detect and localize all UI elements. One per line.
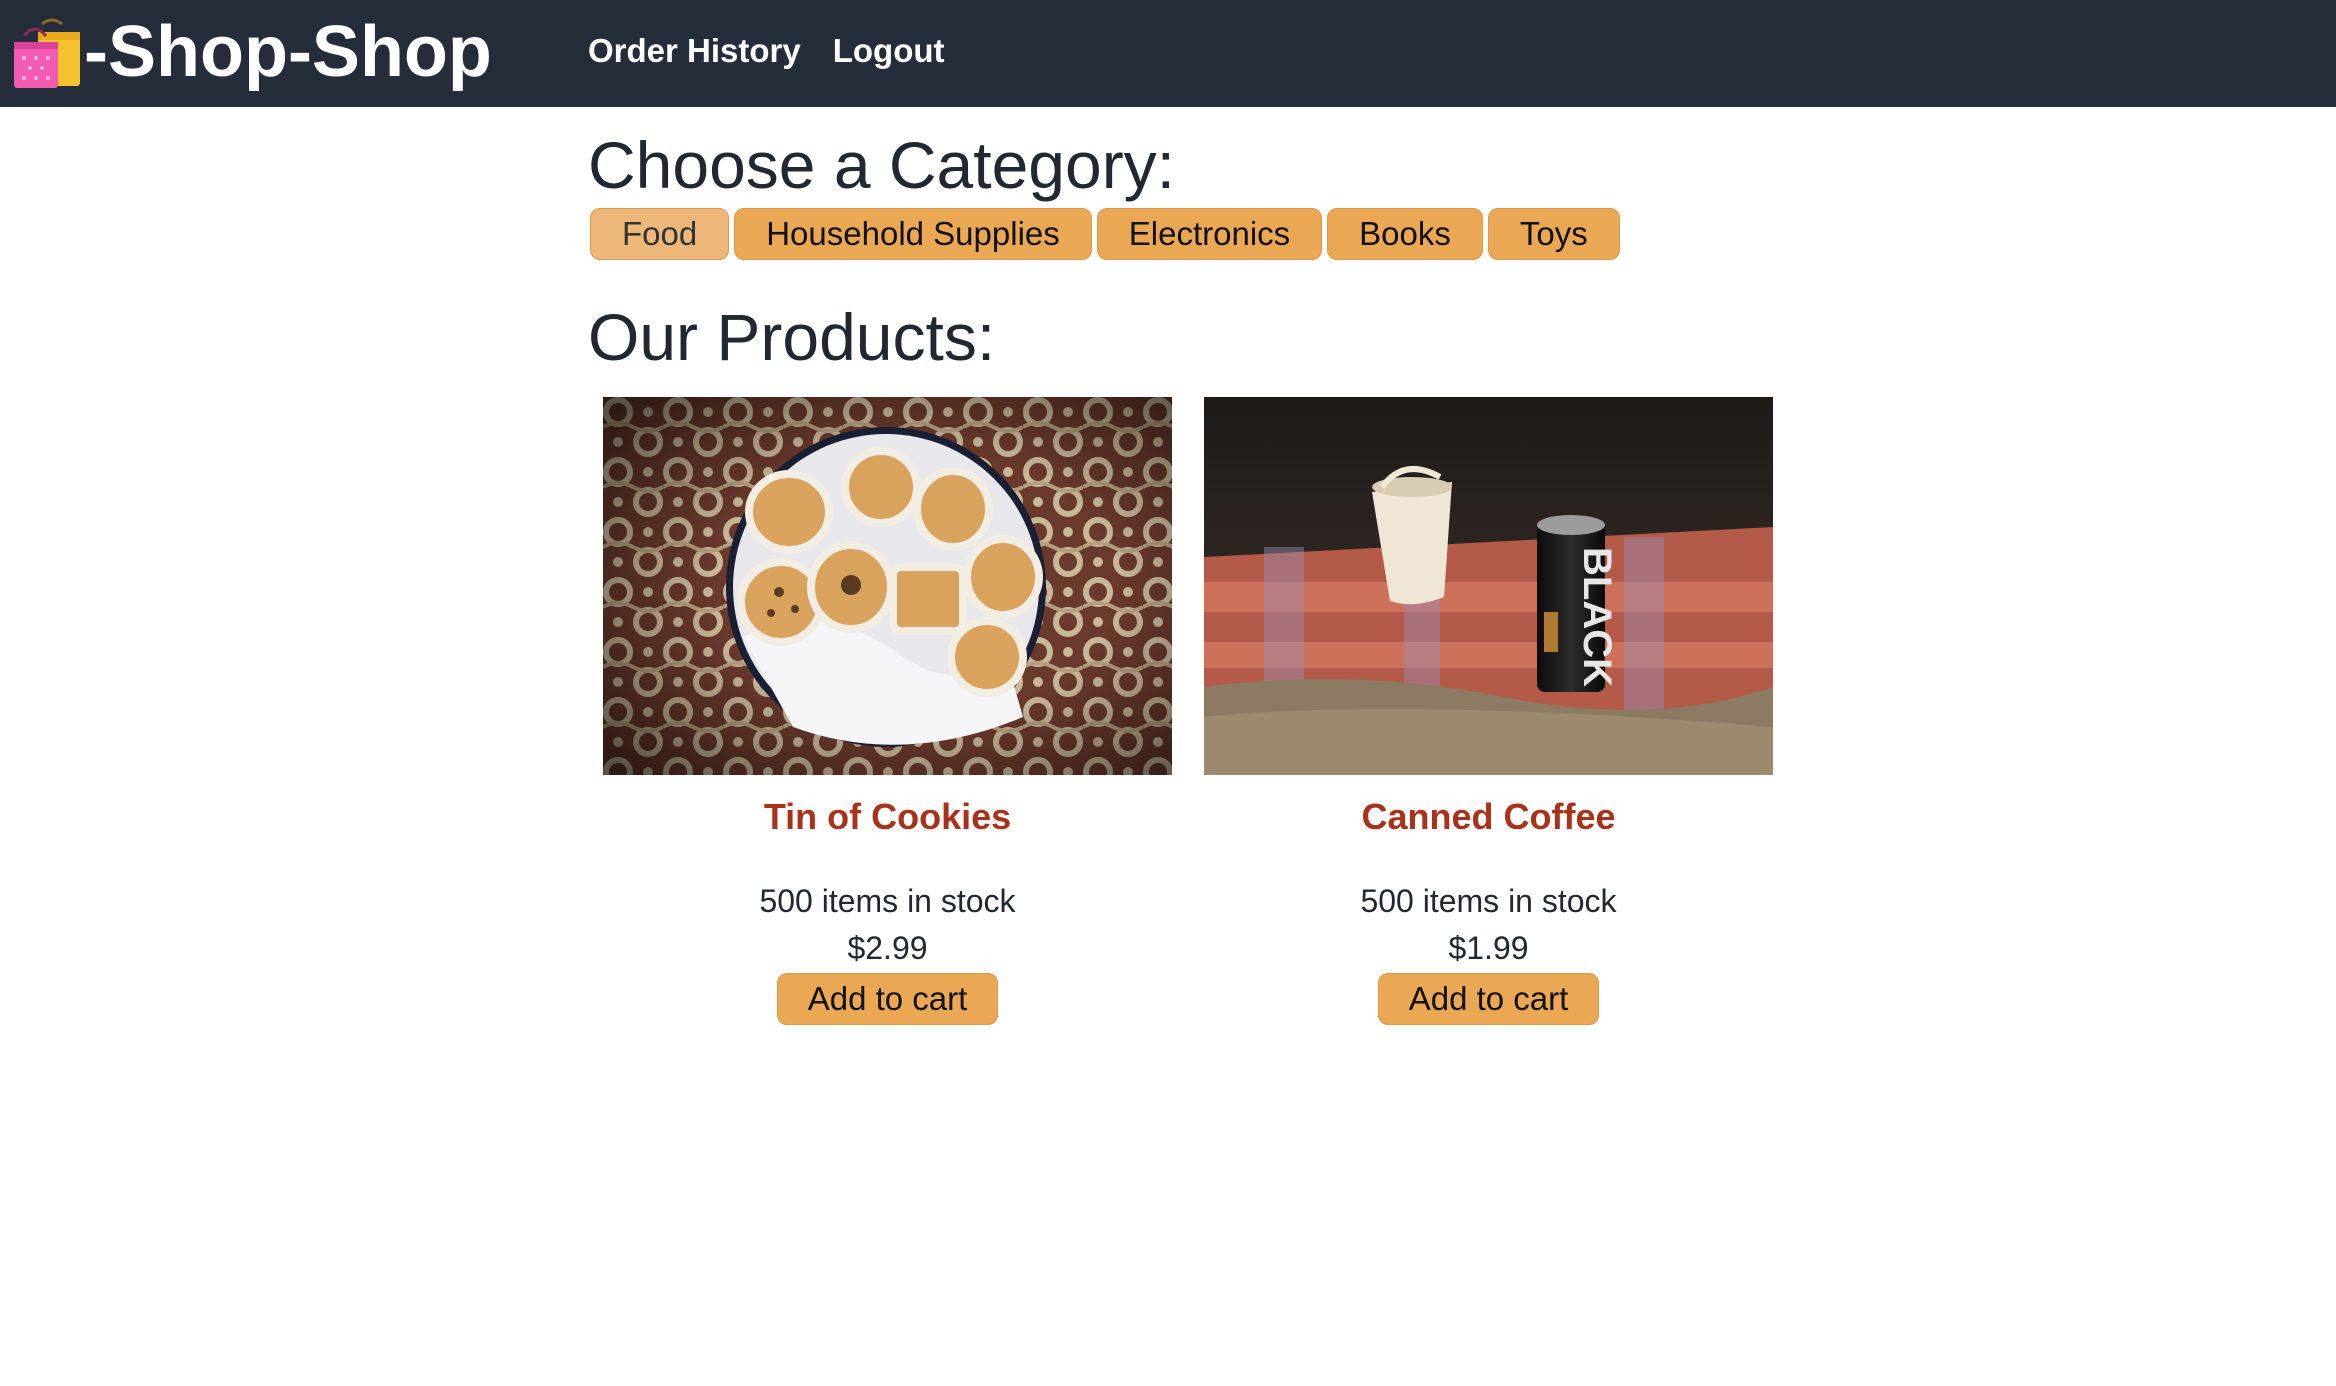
add-to-cart-button[interactable]: Add to cart xyxy=(1378,973,1599,1025)
cookie-tin-image xyxy=(603,397,1172,775)
product-stock: 500 items in stock xyxy=(1360,883,1617,919)
category-heading: Choose a Category: xyxy=(588,128,1176,202)
svg-text:BLACK: BLACK xyxy=(1575,547,1619,687)
navbar: -Shop-Shop Order History Logout xyxy=(0,0,2336,107)
product-list: Tin of Cookies 500 items in stock $2.99 … xyxy=(603,397,1773,1025)
category-button-toys[interactable]: Toys xyxy=(1487,208,1620,260)
shopping-bags-icon xyxy=(14,18,80,88)
product-image-link[interactable]: BLACK xyxy=(1204,397,1773,775)
add-to-cart-button[interactable]: Add to cart xyxy=(777,973,998,1025)
product-card: BLACK Canned Coffee 500 items in stock $… xyxy=(1204,397,1773,1025)
product-price: $2.99 xyxy=(847,930,928,966)
products-heading: Our Products: xyxy=(588,300,996,374)
product-image-link[interactable] xyxy=(603,397,1172,775)
nav-links: Order History Logout xyxy=(588,26,945,76)
canned-coffee-image: BLACK xyxy=(1204,397,1773,775)
nav-order-history-link[interactable]: Order History xyxy=(588,26,801,76)
brand-title: -Shop-Shop xyxy=(84,12,492,92)
product-name-link[interactable]: Tin of Cookies xyxy=(603,793,1172,841)
product-stock: 500 items in stock xyxy=(759,883,1016,919)
brand[interactable]: -Shop-Shop xyxy=(12,4,492,100)
category-list: Food Household Supplies Electronics Book… xyxy=(590,208,1620,260)
product-card: Tin of Cookies 500 items in stock $2.99 … xyxy=(603,397,1172,1025)
product-price: $1.99 xyxy=(1448,930,1529,966)
category-button-household-supplies[interactable]: Household Supplies xyxy=(734,208,1092,260)
category-button-books[interactable]: Books xyxy=(1327,208,1483,260)
category-button-food[interactable]: Food xyxy=(590,208,730,260)
product-name-link[interactable]: Canned Coffee xyxy=(1204,793,1773,841)
nav-logout-link[interactable]: Logout xyxy=(833,26,945,76)
category-button-electronics[interactable]: Electronics xyxy=(1096,208,1323,260)
